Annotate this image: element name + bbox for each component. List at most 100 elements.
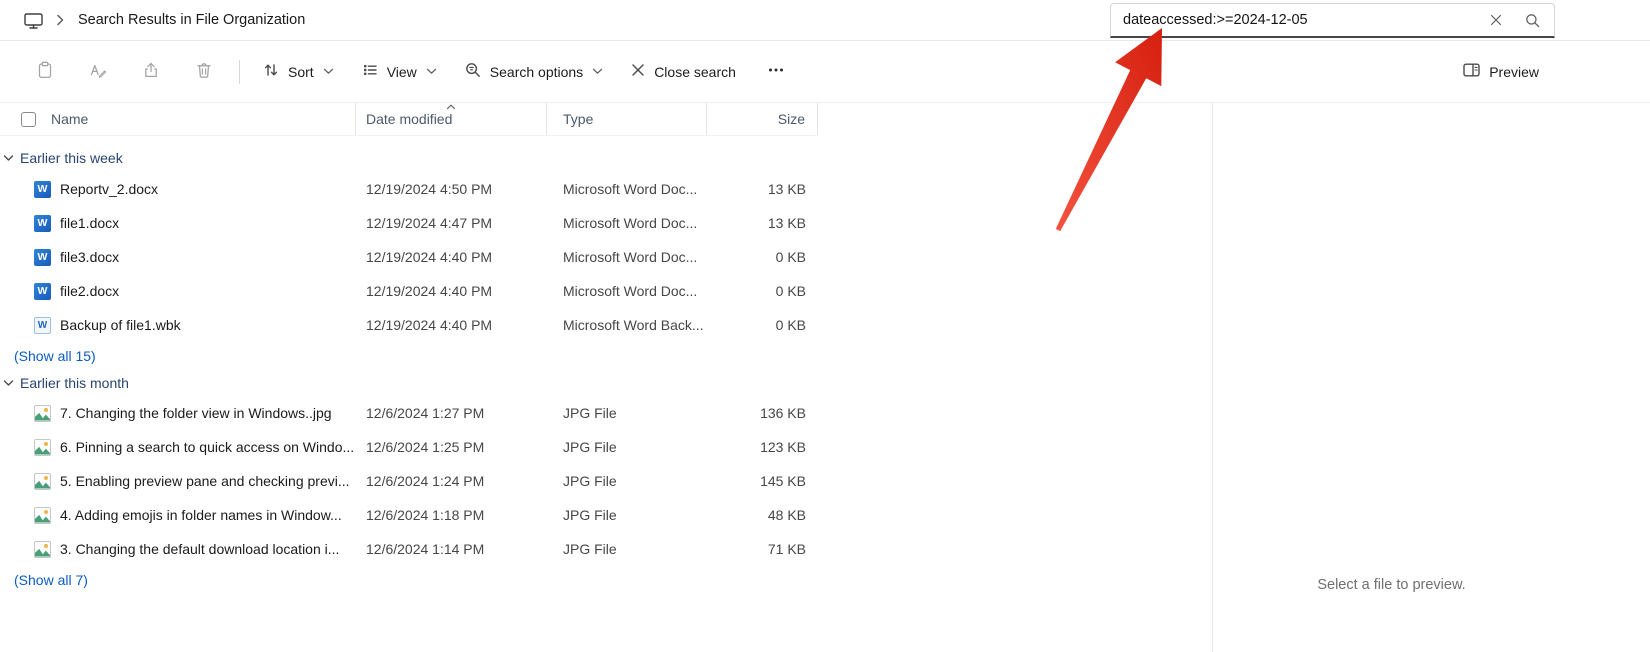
file-date-modified: 12/6/2024 1:18 PM [366, 507, 485, 523]
preview-pane-icon [1462, 61, 1481, 82]
file-type: Microsoft Word Doc... [563, 249, 698, 265]
computer-icon[interactable] [24, 12, 43, 29]
jpg-image-icon [34, 404, 51, 422]
file-date-modified: 12/6/2024 1:24 PM [366, 473, 485, 489]
jpg-image-icon [34, 472, 51, 490]
close-search-button[interactable]: Close search [618, 53, 748, 90]
word-document-icon [34, 214, 51, 232]
view-button[interactable]: View [349, 52, 449, 91]
chevron-down-icon [426, 68, 437, 75]
column-header-date-modified[interactable]: Date modified [356, 103, 547, 135]
column-headers: Name Date modified Type Size [0, 103, 818, 136]
file-size: 136 KB [760, 405, 806, 421]
name-column-label: Name [51, 111, 89, 127]
breadcrumb[interactable]: Search Results in File Organization [78, 12, 305, 28]
column-header-size[interactable]: Size [707, 103, 818, 135]
search-input[interactable]: dateaccessed:>=2024-12-05 [1110, 3, 1555, 38]
preview-button[interactable]: Preview [1450, 52, 1551, 91]
file-name: file2.docx [60, 283, 120, 299]
file-date-modified: 12/19/2024 4:40 PM [366, 317, 493, 333]
close-icon [630, 62, 646, 81]
see-more-icon [767, 61, 785, 82]
file-list: Name Date modified Type Size Earlier thi… [0, 103, 1213, 652]
preview-placeholder: Select a file to preview. [1317, 577, 1466, 593]
word-backup-icon [34, 316, 51, 334]
file-date-modified: 12/19/2024 4:40 PM [366, 283, 493, 299]
file-row[interactable]: file2.docx 12/19/2024 4:40 PM Microsoft … [0, 274, 1212, 308]
word-document-icon [34, 180, 51, 198]
file-name: file1.docx [60, 215, 120, 231]
select-all-checkbox[interactable] [21, 111, 36, 127]
column-header-type[interactable]: Type [547, 103, 707, 135]
file-name: 7. Changing the folder view in Windows..… [60, 405, 332, 421]
file-date-modified: 12/19/2024 4:40 PM [366, 249, 493, 265]
chevron-down-icon [592, 68, 603, 75]
paste-button[interactable] [20, 52, 70, 91]
rename-button[interactable] [73, 52, 123, 91]
file-size: 13 KB [767, 215, 806, 231]
chevron-down-icon [3, 379, 14, 387]
file-row[interactable]: file3.docx 12/19/2024 4:40 PM Microsoft … [0, 240, 1212, 274]
chevron-down-icon [3, 154, 14, 162]
chevron-right-icon[interactable] [56, 14, 64, 26]
file-name: 5. Enabling preview pane and checking pr… [60, 473, 350, 489]
show-all-link[interactable]: (Show all 15) [0, 342, 1212, 369]
group-header[interactable]: Earlier this week [0, 144, 1212, 172]
file-name: 4. Adding emojis in folder names in Wind… [60, 507, 342, 523]
file-row[interactable]: file1.docx 12/19/2024 4:47 PM Microsoft … [0, 206, 1212, 240]
group-label: Earlier this month [20, 374, 129, 391]
file-type: Microsoft Word Back... [563, 317, 704, 333]
date-modified-column-label: Date modified [366, 111, 453, 127]
file-size: 71 KB [767, 541, 806, 557]
file-size: 0 KB [775, 249, 806, 265]
sort-button[interactable]: Sort [250, 52, 346, 91]
preview-label: Preview [1489, 63, 1539, 80]
file-name: file3.docx [60, 249, 120, 265]
file-size: 123 KB [760, 439, 806, 455]
jpg-image-icon [34, 438, 51, 456]
file-row[interactable]: 5. Enabling preview pane and checking pr… [0, 464, 1212, 498]
column-header-name[interactable]: Name [0, 103, 356, 135]
view-label: View [386, 63, 417, 80]
search-query-text: dateaccessed:>=2024-12-05 [1123, 12, 1482, 28]
file-type: JPG File [563, 473, 617, 489]
file-name: Reportv_2.docx [60, 181, 159, 197]
file-type: JPG File [563, 507, 617, 523]
preview-pane: Select a file to preview. [1213, 103, 1650, 652]
sort-label: Sort [288, 63, 314, 80]
file-row[interactable]: Backup of file1.wbk 12/19/2024 4:40 PM M… [0, 308, 1212, 342]
file-name: Backup of file1.wbk [60, 317, 181, 333]
file-row[interactable]: 3. Changing the default download locatio… [0, 532, 1212, 566]
search-query-rest: :>=2024-12-05 [1212, 12, 1308, 28]
file-size: 48 KB [767, 507, 806, 523]
search-options-button[interactable]: Search options [452, 52, 615, 91]
file-name: 6. Pinning a search to quick access on W… [60, 439, 355, 455]
file-group-earlier-this-month: Earlier this month 7. Changing the folde… [0, 369, 1212, 593]
file-row[interactable]: 7. Changing the folder view in Windows..… [0, 396, 1212, 430]
see-more-button[interactable] [751, 52, 801, 91]
word-document-icon [34, 282, 51, 300]
search-options-icon [464, 61, 482, 82]
view-icon [361, 61, 379, 82]
file-date-modified: 12/6/2024 1:25 PM [366, 439, 485, 455]
file-size: 0 KB [775, 283, 806, 299]
trash-icon [195, 61, 213, 82]
jpg-image-icon [34, 506, 51, 524]
file-row[interactable]: Reportv_2.docx 12/19/2024 4:50 PM Micros… [0, 172, 1212, 206]
search-icon[interactable] [1518, 7, 1546, 33]
share-button[interactable] [126, 52, 176, 91]
show-all-link[interactable]: (Show all 7) [0, 566, 1212, 593]
clear-search-button[interactable] [1482, 7, 1510, 33]
file-size: 145 KB [760, 473, 806, 489]
file-type: JPG File [563, 541, 617, 557]
command-bar: Sort View Search options Close search Pr… [0, 41, 1650, 103]
group-header[interactable]: Earlier this month [0, 369, 1212, 396]
search-options-label: Search options [489, 63, 584, 80]
sort-icon [262, 61, 280, 82]
file-type: Microsoft Word Doc... [563, 215, 698, 231]
share-icon [142, 61, 160, 82]
delete-button[interactable] [179, 52, 229, 91]
file-row[interactable]: 4. Adding emojis in folder names in Wind… [0, 498, 1212, 532]
file-date-modified: 12/6/2024 1:14 PM [366, 541, 485, 557]
file-row[interactable]: 6. Pinning a search to quick access on W… [0, 430, 1212, 464]
